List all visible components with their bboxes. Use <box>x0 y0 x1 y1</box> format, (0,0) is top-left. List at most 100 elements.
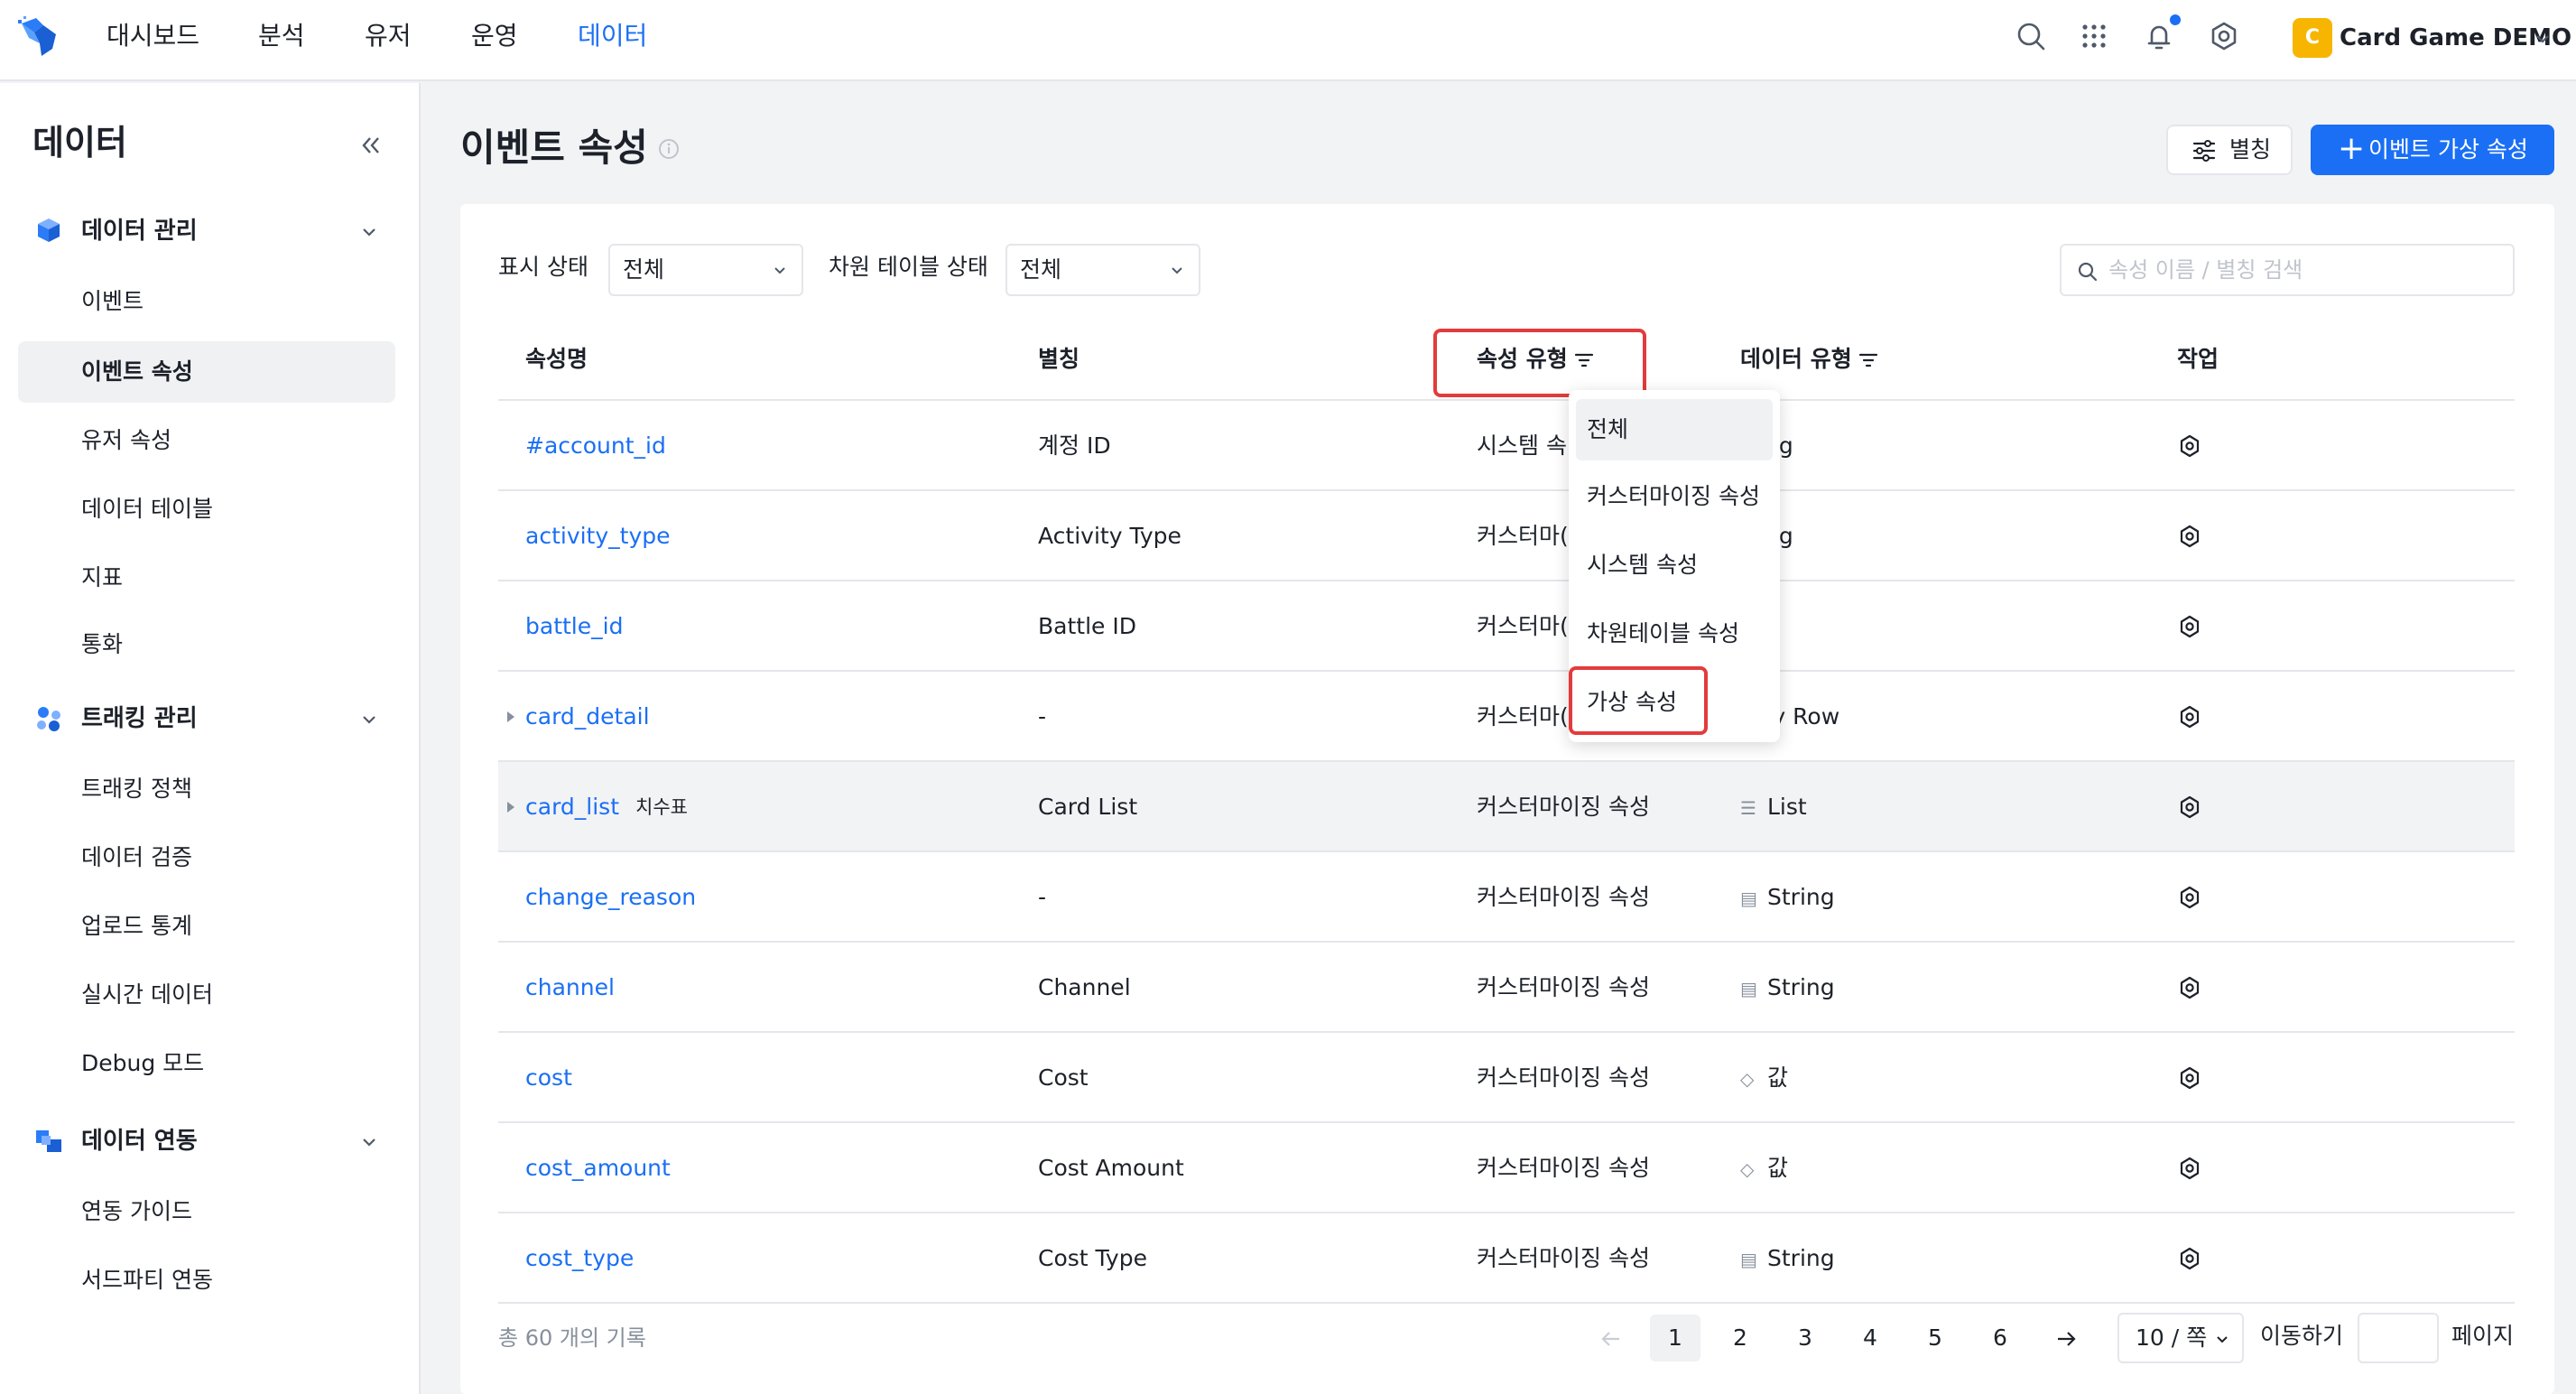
table-row[interactable]: card_list Card List 커스터마이징 속성 ☰ List 치수표 <box>498 762 2515 852</box>
add-virtual-property-button[interactable]: + 이벤트 가상 속성 <box>2311 125 2554 175</box>
property-alias: Cost <box>1038 1064 1089 1091</box>
property-search-box[interactable] <box>2060 244 2515 296</box>
page-button-2[interactable]: 2 <box>1715 1315 1765 1361</box>
property-name-link[interactable]: battle_id <box>525 610 623 643</box>
chevron-down-icon[interactable] <box>359 1132 379 1152</box>
table-row[interactable]: battle_idBattle ID커스터마(ţ <box>498 581 2515 672</box>
page-button-5[interactable]: 5 <box>1910 1315 1960 1361</box>
collapse-sidebar-icon[interactable] <box>357 134 385 157</box>
gear-icon[interactable] <box>2177 795 2202 820</box>
table-row[interactable]: cost_type Cost Type 커스터마이징 속성 ▤ String <box>498 1213 2515 1304</box>
expand-row-icon[interactable] <box>507 802 514 813</box>
sidebar-item-data-validation[interactable]: 데이터 검증 <box>81 841 192 874</box>
display-status-select[interactable]: 전체 <box>608 244 803 296</box>
property-type: 커스터마이징 속성 <box>1477 974 1650 1000</box>
nav-dashboard[interactable]: 대시보드 <box>107 18 199 54</box>
sliders-icon <box>2192 140 2216 162</box>
expand-row-icon[interactable] <box>507 711 514 722</box>
chevron-down-icon <box>2217 1336 2228 1343</box>
gear-icon[interactable] <box>2177 1065 2202 1091</box>
sidebar-group-data-integration[interactable]: 데이터 연동 <box>81 1125 198 1157</box>
nav-user[interactable]: 유저 <box>365 18 412 54</box>
table-row[interactable]: activity_typeActivity Type커스터마(tring <box>498 491 2515 581</box>
gear-icon[interactable] <box>2177 433 2202 459</box>
app-logo-icon[interactable] <box>16 16 61 61</box>
cube-icon <box>38 218 60 242</box>
sidebar-item-integration-guide[interactable]: 연동 가이드 <box>81 1195 192 1228</box>
property-alias: - <box>1038 884 1047 910</box>
property-name-link[interactable]: cost <box>525 1062 572 1094</box>
property-search-input[interactable] <box>2108 253 2497 287</box>
gear-icon[interactable] <box>2177 975 2202 1000</box>
nav-data[interactable]: 데이터 <box>578 18 647 54</box>
sidebar-group-data-management[interactable]: 데이터 관리 <box>81 215 198 247</box>
gear-icon[interactable] <box>2177 524 2202 549</box>
sidebar-group-tracking-management[interactable]: 트래킹 관리 <box>81 702 198 735</box>
nav-analysis[interactable]: 분석 <box>258 18 305 54</box>
sidebar-item-upload-stats[interactable]: 업로드 통계 <box>81 910 192 943</box>
table-row[interactable]: cost_amount Cost Amount 커스터마이징 속성 ◇ 값 <box>498 1123 2515 1213</box>
property-name-link[interactable]: change_reason <box>525 881 696 914</box>
nav-operation[interactable]: 운영 <box>471 18 518 54</box>
search-icon[interactable] <box>2013 18 2049 54</box>
chevron-down-icon[interactable] <box>2533 29 2553 49</box>
gear-icon[interactable] <box>2177 1156 2202 1181</box>
gear-icon[interactable] <box>2177 704 2202 730</box>
sidebar-item-debug-mode[interactable]: Debug 모드 <box>81 1047 204 1080</box>
data-type-label: String <box>1767 974 1835 1000</box>
sidebar-item-metrics[interactable]: 지표 <box>81 562 123 594</box>
page-button-6[interactable]: 6 <box>1975 1315 2025 1361</box>
property-name-link[interactable]: #account_id <box>525 430 666 462</box>
property-name-link[interactable]: cost_amount <box>525 1152 671 1185</box>
table-row[interactable]: channel Channel 커스터마이징 속성 ▤ String <box>498 943 2515 1033</box>
prev-page-icon[interactable] <box>1599 1327 1623 1351</box>
filter-option-all[interactable]: 전체 <box>1576 399 1773 460</box>
sidebar-item-currency[interactable]: 통화 <box>81 628 123 661</box>
filter-option-custom[interactable]: 커스터마이징 속성 <box>1569 466 1780 527</box>
property-name-link[interactable]: card_detail <box>525 701 650 733</box>
page-size-select[interactable]: 10 / 쪽 <box>2117 1313 2244 1363</box>
project-avatar[interactable]: C <box>2293 18 2332 58</box>
filter-icon[interactable] <box>1858 350 1879 370</box>
chevron-down-icon[interactable] <box>359 710 379 730</box>
sidebar-item-event-properties[interactable]: 이벤트 속성 <box>81 356 193 388</box>
filter-option-system[interactable]: 시스템 속성 <box>1569 534 1780 596</box>
table-row[interactable]: card_detail - 커스터마(rray Row <box>498 672 2515 762</box>
property-name-link[interactable]: card_list <box>525 791 619 823</box>
integration-icon <box>36 1130 61 1152</box>
sidebar-item-data-tables[interactable]: 데이터 테이블 <box>81 493 213 525</box>
dimension-table-status-select[interactable]: 전체 <box>1005 244 1200 296</box>
apps-grid-icon[interactable] <box>2076 18 2112 54</box>
page-button-4[interactable]: 4 <box>1845 1315 1895 1361</box>
chevron-down-icon[interactable] <box>359 222 379 242</box>
page-button-3[interactable]: 3 <box>1780 1315 1830 1361</box>
sidebar-item-third-party[interactable]: 서드파티 연동 <box>81 1264 213 1296</box>
info-icon[interactable] <box>657 137 681 161</box>
goto-page-input[interactable] <box>2358 1313 2439 1363</box>
table-row[interactable]: #account_id계정 ID시스템 속tring <box>498 401 2515 491</box>
sidebar-item-events[interactable]: 이벤트 <box>81 285 144 318</box>
sidebar-item-tracking-policy[interactable]: 트래킹 정책 <box>81 773 192 805</box>
property-name-link[interactable]: activity_type <box>525 520 671 553</box>
sidebar-item-user-properties[interactable]: 유저 속성 <box>81 424 171 457</box>
table-row[interactable]: change_reason - 커스터마이징 속성 ▤ String <box>498 852 2515 943</box>
property-name-link[interactable]: cost_type <box>525 1242 634 1275</box>
data-type-header-label: 데이터 유형 <box>1740 346 1852 372</box>
gear-icon[interactable] <box>2177 885 2202 910</box>
property-name-link[interactable]: channel <box>525 971 615 1004</box>
sidebar: 데이터 데이터 관리 이벤트 이벤트 속성 유저 속성 데이터 테이블 지표 통… <box>0 83 421 1394</box>
next-page-icon[interactable] <box>2054 1327 2078 1351</box>
gear-icon[interactable] <box>2177 1246 2202 1271</box>
page-button-1[interactable]: 1 <box>1650 1315 1700 1361</box>
sidebar-item-realtime-data[interactable]: 실시간 데이터 <box>81 979 213 1011</box>
gear-icon[interactable] <box>2177 614 2202 639</box>
table-row[interactable]: cost Cost 커스터마이징 속성 ◇ 값 <box>498 1033 2515 1123</box>
property-type: 커스터마이징 속성 <box>1477 1064 1650 1091</box>
column-header-data-type[interactable]: 데이터 유형 <box>1740 343 1879 376</box>
property-tag: 치수표 <box>635 796 688 818</box>
settings-icon[interactable] <box>2206 18 2242 54</box>
alias-button[interactable]: 별칭 <box>2166 125 2293 175</box>
property-alias: Battle ID <box>1038 613 1136 639</box>
data-type: ▤ String <box>1740 971 1835 1005</box>
filter-option-dimension-table[interactable]: 차원테이블 속성 <box>1569 603 1780 664</box>
